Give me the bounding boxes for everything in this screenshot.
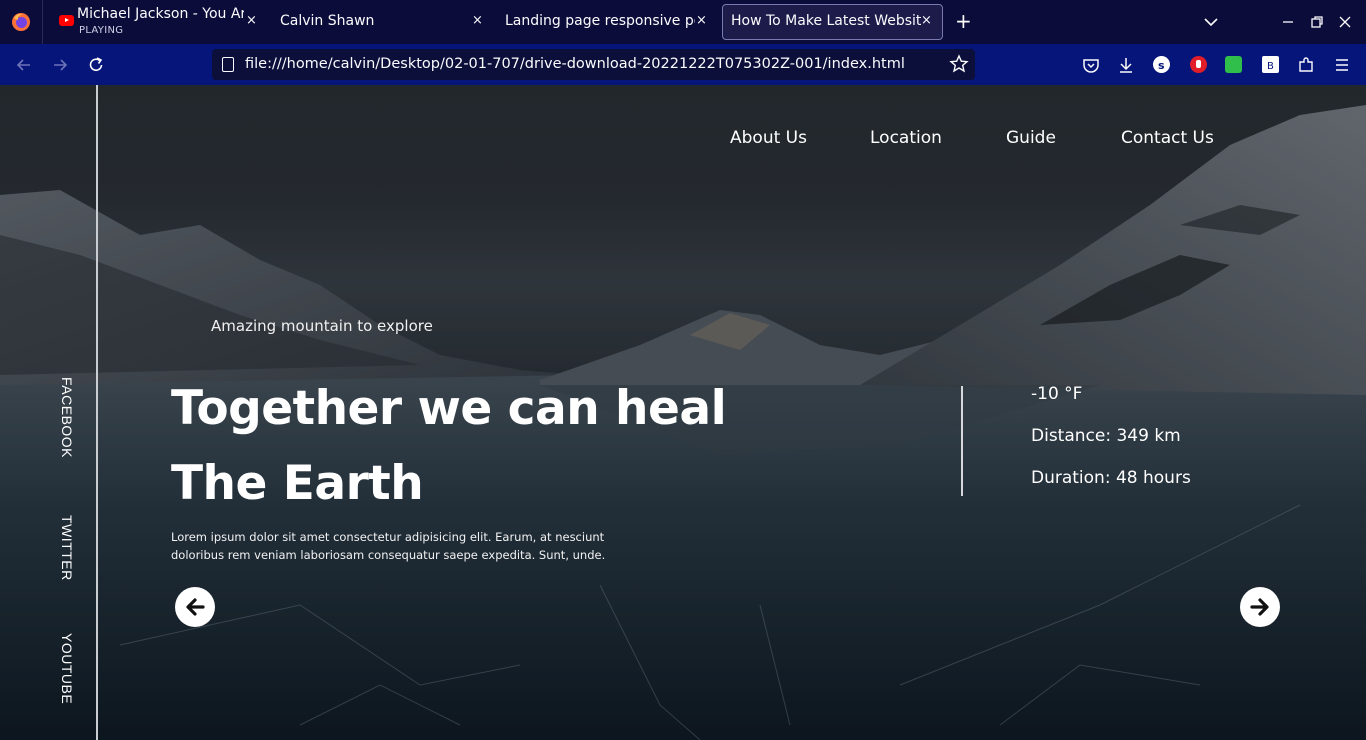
menu-item-about-us[interactable]: About Us [730, 128, 807, 148]
forward-arrow-icon[interactable] [50, 55, 70, 75]
tab-title: Calvin Shawn [280, 13, 375, 29]
arrow-left-icon [186, 598, 205, 616]
adblock-extension-icon[interactable] [1190, 56, 1207, 73]
tab-strip: Michael Jackson - You Are Not Alone PLAY… [0, 0, 1366, 44]
pocket-icon[interactable] [1081, 55, 1101, 75]
menu-item-contact-us[interactable]: Contact Us [1121, 128, 1214, 148]
new-tab-button[interactable]: + [955, 11, 972, 31]
hero-description: Lorem ipsum dolor sit amet consectetur a… [171, 530, 606, 562]
money-extension-icon[interactable] [1225, 56, 1242, 73]
extensions-puzzle-icon[interactable] [1296, 55, 1316, 75]
menu-item-guide[interactable]: Guide [1006, 128, 1056, 148]
tab-title: Michael Jackson - You Are Not Alone [77, 6, 244, 22]
menu-item-location[interactable]: Location [870, 128, 942, 148]
tab-landing-page[interactable]: Landing page responsive portfolio × [497, 4, 719, 40]
svg-text:B: B [1267, 61, 1274, 72]
tab-title: Landing page responsive portfolio [505, 13, 695, 29]
hero-section: FACEBOOK TWITTER YOUTUBE About Us Locati… [0, 85, 1366, 740]
social-link-facebook[interactable]: FACEBOOK [59, 377, 75, 458]
tab-title: How To Make Latest Website [731, 13, 921, 29]
tab-active-website[interactable]: How To Make Latest Website × [722, 4, 943, 40]
tab-playing-label: PLAYING [79, 25, 124, 36]
url-text[interactable]: file:///home/calvin/Desktop/02-01-707/dr… [245, 56, 905, 72]
navigation-toolbar: file:///home/calvin/Desktop/02-01-707/dr… [0, 44, 1366, 85]
arrow-right-icon [1250, 598, 1269, 616]
close-window-icon[interactable] [1335, 12, 1355, 32]
duration-text: Duration: 48 hours [1031, 468, 1191, 488]
sidebar-divider [96, 85, 98, 740]
hero-kicker: Amazing mountain to explore [211, 317, 433, 335]
youtube-icon [59, 15, 74, 26]
tab-youtube[interactable]: Michael Jackson - You Are Not Alone PLAY… [46, 4, 268, 40]
restore-icon[interactable] [1307, 12, 1327, 32]
minimize-icon[interactable] [1278, 12, 1298, 32]
back-arrow-icon[interactable] [14, 55, 34, 75]
svg-text:s: s [1158, 59, 1165, 72]
headline-line-1: Together we can heal [171, 381, 727, 436]
previous-slide-button[interactable] [175, 587, 215, 627]
distance-text: Distance: 349 km [1031, 426, 1181, 446]
reload-icon[interactable] [86, 55, 106, 75]
social-link-twitter[interactable]: TWITTER [59, 515, 75, 581]
bookmark-star-icon[interactable] [949, 54, 969, 74]
close-tab-icon[interactable]: × [472, 13, 483, 28]
tab-separator [42, 0, 43, 44]
bitwarden-extension-icon[interactable]: B [1262, 56, 1279, 73]
temperature-text: -10 °F [1031, 384, 1083, 404]
tab-calvin-shawn[interactable]: Calvin Shawn × [272, 4, 494, 40]
url-bar[interactable]: file:///home/calvin/Desktop/02-01-707/dr… [212, 49, 975, 80]
close-tab-icon[interactable]: × [246, 13, 257, 28]
download-icon[interactable] [1116, 55, 1136, 75]
social-link-youtube[interactable]: YOUTUBE [59, 633, 75, 704]
next-slide-button[interactable] [1240, 587, 1280, 627]
info-divider [961, 386, 963, 496]
headline-line-2: The Earth [171, 456, 424, 511]
page-icon [222, 57, 234, 72]
close-tab-icon[interactable]: × [696, 13, 707, 28]
hamburger-menu-icon[interactable] [1332, 55, 1352, 75]
skype-extension-icon[interactable]: s [1153, 56, 1170, 73]
chevron-down-icon[interactable] [1203, 14, 1219, 30]
close-tab-icon[interactable]: × [921, 13, 932, 28]
firefox-logo-icon[interactable] [11, 12, 31, 32]
hero-headline: Together we can heal The Earth [171, 371, 727, 521]
